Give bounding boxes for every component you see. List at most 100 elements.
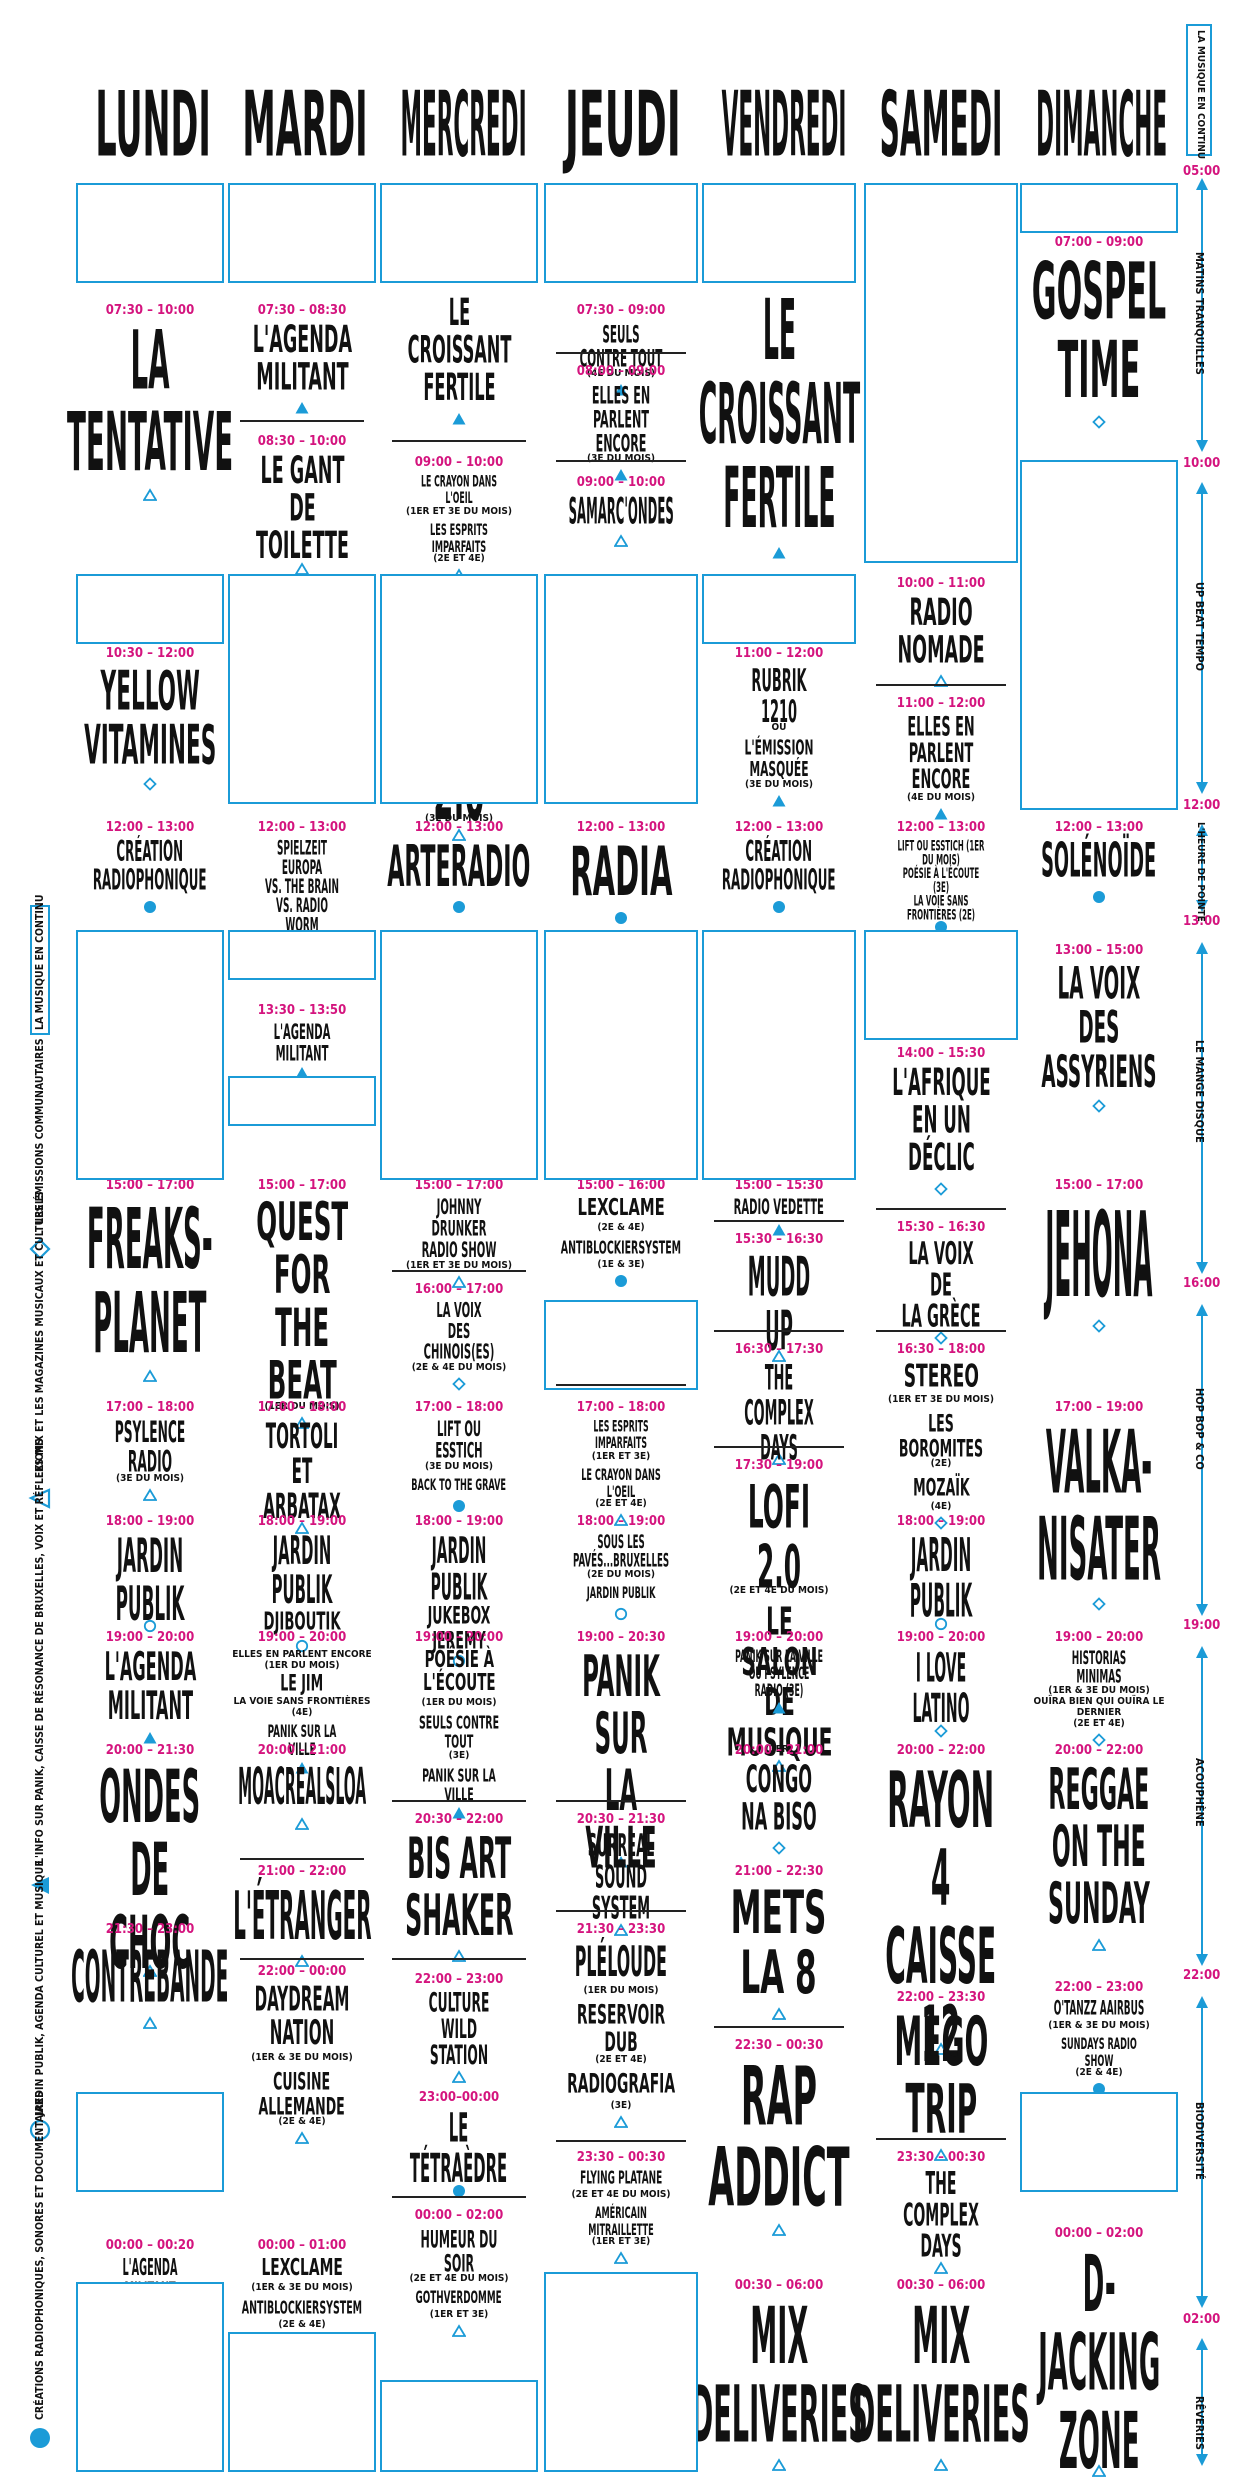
show-block[interactable]: 22:00 – 23:00 O'TANZZ AAIRBUS (1ER & 3E DU…	[1024, 1980, 1174, 2096]
show-block[interactable]: 22:00 – 23:00 CULTURE WILD STATION	[384, 1972, 534, 2084]
show-block[interactable]: 23:00–00:00 LE TÉTRAÈDRE	[384, 2090, 534, 2198]
show-block[interactable]: 18:00 – 19:00 SOUS LES PAVÉS...BRUXELLES(…	[548, 1514, 694, 1621]
show-block[interactable]: 09:00 – 10:00 LE CRAYON DANS L'OEIL (1ER E…	[384, 455, 534, 582]
show-block[interactable]: 19:00 – 20:00 I LOVE LATINO	[868, 1630, 1014, 1738]
separator	[556, 1384, 686, 1386]
show-block[interactable]: 17:00 – 19:00 VALKA- NISATER	[1024, 1400, 1174, 1611]
triangle-outline-icon	[614, 2251, 628, 2265]
show-block[interactable]: 07:30 – 10:00 LA TENTATIVE	[67, 303, 233, 502]
show-title: JARDIN PUBLIK	[115, 1528, 185, 1633]
program-grid: LUNDI MARDI MERCREDI JEUDI VENDREDI SAME…	[0, 0, 1240, 2480]
day-header-mardi: MARDI	[242, 73, 368, 178]
show-time: 12:00 – 13:00	[576, 820, 666, 835]
show-block[interactable]: 17:00 – 18:00 LES ESPRITS IMPARFAITS (1ER …	[548, 1400, 694, 1527]
show-block[interactable]: 00:00 – 02:00 D-JACKING ZONE	[1024, 2226, 1174, 2480]
show-title: LA VOIX DES ASSYRIENS	[1041, 958, 1157, 1099]
show-title: L'AGENDA MILITANT	[273, 1019, 331, 1067]
show-block[interactable]: 20:30 – 22:00 BIS ART SHAKER	[384, 1812, 534, 1963]
show-time: 15:00 – 17:00	[414, 1178, 504, 1193]
day-header-dimanche: DIMANCHE	[1036, 73, 1168, 178]
show-block[interactable]: 07:30 – 08:30 L'AGENDA MILITANT	[232, 303, 372, 415]
show-block[interactable]: 19:00 – 20:00 HISTORIAS MINIMAS (1ER & 3E …	[1024, 1630, 1174, 1747]
show-time: 18:00 – 19:00	[105, 1514, 195, 1529]
show-block[interactable]: 09:00 – 10:00 SAMARC'ONDES	[548, 475, 694, 548]
show-block[interactable]: 11:00 – 12:00 RUBRIK 1210 OU L'ÉMISSION MAS…	[706, 646, 852, 808]
show-block[interactable]: 15:00 – 15:30 RADIO VEDETTE	[706, 1178, 852, 1237]
triangle-outline-icon	[452, 2070, 466, 2083]
show-block[interactable]: 12:00 – 13:00 SPIELZEIT EUROPA VS. THE BR…	[232, 820, 372, 947]
music-box	[76, 2282, 224, 2472]
show-title: SEULS CONTRE TOUT	[579, 319, 663, 373]
day-header-vendredi: VENDREDI	[721, 73, 847, 178]
side-time-0200: 02:00	[1183, 2312, 1221, 2327]
separator	[240, 420, 364, 422]
show-time: 00:00 – 02:00	[414, 2208, 504, 2223]
show-block[interactable]: 12:00 – 13:00 CRÉATION RADIOPHONIQUE	[706, 820, 852, 914]
show-block[interactable]: 19:00 – 20:00 PANIK SUR LA VILLE OU PSYLE…	[706, 1630, 852, 1715]
show-block[interactable]: 15:00 – 17:00 FREAKS- PLANET	[80, 1178, 220, 1383]
show-block[interactable]: 19:00 – 20:00 POÉSIE À L'ÉCOUTE (1ER DU MO…	[384, 1630, 534, 1820]
show-block[interactable]: 18:00 – 19:00 JARDIN PUBLIK	[868, 1514, 1014, 1631]
triangle-filled-icon	[934, 808, 948, 820]
show-block[interactable]: 20:00 – 21:00 CONGO NA BISO	[706, 1743, 852, 1855]
show-title: I LOVE LATINO	[912, 1644, 970, 1733]
show-block[interactable]: 16:00 – 17:00 LA VOIX DES CHINOIS(ES) (2E …	[384, 1282, 534, 1391]
show-block[interactable]: 00:00 – 02:00 HUMEUR DU SOIR (2E ET 4E DU …	[384, 2208, 534, 2338]
show-subtitle: (1ER ET 3E DU MOIS)	[406, 506, 512, 517]
show-block[interactable]: 20:30 – 21:30 SURREAL SOUND SYSTEM	[548, 1812, 694, 1937]
show-title: PSYLENCE RADIO	[114, 1416, 186, 1480]
show-block[interactable]: LE CROISSANT FERTILE	[384, 294, 534, 426]
show-block[interactable]: 13:00 – 15:00 LA VOIX DES ASSYRIENS	[1024, 943, 1174, 1113]
show-block[interactable]: 23:30 – 00:30 THE COMPLEX DAYS	[868, 2150, 1014, 2275]
show-block[interactable]: 15:00 – 17:00 QUEST FOR THE BEAT (1ER DU M…	[232, 1178, 372, 1430]
show-block[interactable]: 18:00 – 19:00 JARDIN PUBLIK	[80, 1514, 220, 1633]
show-block[interactable]: 23:30 – 00:30 FLYING PLATANE (2E ET 4E DU …	[548, 2150, 694, 2265]
show-block[interactable]: 00:30 – 06:00 MIX DELIVERIES	[852, 2278, 1030, 2472]
show-block[interactable]: 21:30 – 23:00 CONTREBANDE	[71, 1922, 229, 2030]
show-block[interactable]: 11:00 – 12:00 ELLES EN PARLENT ENCORE (4E …	[868, 696, 1014, 821]
music-box	[702, 574, 856, 644]
show-title: CONGO NA BISO	[741, 1758, 817, 1840]
show-block[interactable]: 08:30 – 10:00 LE GANT DE TOILETTE	[232, 434, 372, 576]
show-block[interactable]: 15:00 – 17:00 JOHNNY DRUNKER RADIO SHOW (1…	[384, 1178, 534, 1289]
show-time: 22:00 – 23:00	[1054, 1980, 1144, 1995]
show-block[interactable]: 10:30 – 12:00 YELLOW VITAMINES	[80, 646, 220, 791]
show-block[interactable]: 12:00 – 13:00 ARTERADIO	[384, 820, 534, 914]
show-title: RADIO VEDETTE	[733, 1194, 825, 1220]
show-block[interactable]: 20:00 – 22:00 REGGAE ON THE SUNDAY	[1024, 1743, 1174, 1952]
show-block[interactable]: 17:00 – 18:00 LIFT OU ESSTICH (3E DU MOIS)…	[384, 1400, 534, 1513]
show-block[interactable]: 22:00 – 23:30 MEGO TRIP	[868, 1990, 1014, 2162]
show-block[interactable]: 20:00 – 21:00 MOACREALSLOA	[232, 1743, 372, 1831]
show-block[interactable]: LE CROISSANT FERTILE	[698, 289, 860, 560]
show-block[interactable]: 14:00 – 15:30 L'AFRIQUE EN UN DÉCLIC	[868, 1046, 1014, 1196]
show-block[interactable]: 15:30 – 16:30 LA VOIX DE LA GRÈCE	[868, 1220, 1014, 1345]
show-block[interactable]: 22:30 – 00:30 RAP ADDICT	[706, 2038, 852, 2237]
show-block[interactable]: 13:30 – 13:50 L'AGENDA MILITANT	[232, 1003, 372, 1080]
show-block[interactable]: 19:00 – 20:00 L'AGENDA MILITANT	[80, 1630, 220, 1745]
show-title: HUMEUR DU SOIR	[420, 2224, 498, 2278]
show-block[interactable]: 10:00 – 11:00 RADIO NOMADE	[868, 576, 1014, 688]
show-block[interactable]: 21:00 – 22:00 L'ÉTRANGER	[232, 1864, 372, 1968]
show-line2: BACK TO THE GRAVE	[411, 1476, 507, 1495]
corner-label: LA MUSIQUE EN CONTINU	[1195, 30, 1206, 160]
show-block[interactable]: 00:30 – 06:00 MIX DELIVERIES	[690, 2278, 868, 2472]
show-block[interactable]: 17:00 – 18:00 PSYLENCE RADIO (3E DU MOIS)	[80, 1400, 220, 1502]
show-block[interactable]: 12:00 – 13:00 RADIA	[548, 820, 694, 925]
show-block[interactable]: 21:30 – 23:30 PLÉLOUDE (1ER DU MOIS) RESERV…	[548, 1922, 694, 2129]
show-block[interactable]: 16:30 – 18:00 STEREO (1ER ET 3E DU MOIS) LE…	[868, 1342, 1014, 1530]
show-block[interactable]: 12:00 – 13:00 SOLÉNOÏDE	[1024, 820, 1174, 904]
show-block[interactable]: 12:00 – 13:00 LIFT OU ESSTICH (1ER DU MOI…	[868, 820, 1014, 934]
show-block[interactable]: 21:00 – 22:30 METS LA 8	[706, 1864, 852, 2021]
show-block[interactable]: 07:00 – 09:00 GOSPEL TIME	[1024, 235, 1174, 429]
show-block[interactable]: 15:00 – 16:00 LEXCLAME (2E & 4E) ANTIBLOCKI…	[548, 1178, 694, 1288]
show-block[interactable]: 17:30 – 19:00 LOFI 2.0 (2E ET 4E DU MOIS) L…	[706, 1458, 852, 1773]
show-block[interactable]: 22:00 – 00:00 DAYDREAM NATION (1ER & 3E DU…	[232, 1964, 372, 2145]
show-title: FLYING PLATANE	[579, 2166, 663, 2188]
show-title: MIX DELIVERIES	[690, 2290, 868, 2461]
legend-triangle-filled-label: L'INFO SUR PANIK, CAISSE DE RÉSONANCE DE…	[34, 1438, 46, 1864]
show-time: 18:00 – 19:00	[896, 1514, 986, 1529]
show-block[interactable]: 12:00 – 13:00 CRÉATION RADIOPHONIQUE	[80, 820, 220, 914]
circle-outline-icon	[614, 1607, 628, 1620]
show-block[interactable]: 15:00 – 17:00 JEHONA	[1024, 1178, 1174, 1333]
show-block[interactable]: 08:00 – 09:00 ELLES EN PARLENT ENCORE (3E …	[548, 364, 694, 482]
